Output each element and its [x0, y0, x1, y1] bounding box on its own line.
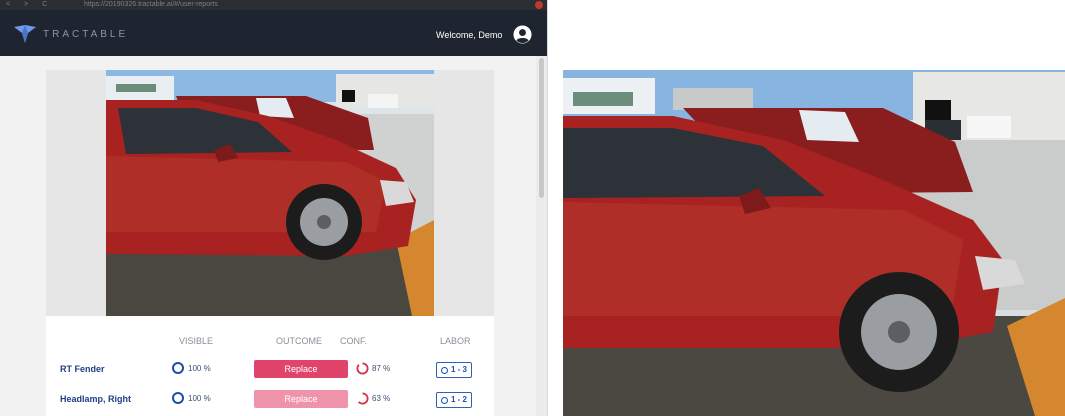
enlarged-car-photo[interactable]	[563, 70, 1065, 416]
header-visible: VISIBLE	[179, 336, 214, 346]
report-content: VISIBLE OUTCOME CONF. LABOR RT Fender 10…	[0, 56, 533, 416]
header-outcome: OUTCOME	[276, 336, 322, 346]
visible-value: 100 %	[172, 392, 211, 404]
outcome-replace-button[interactable]: Replace	[254, 360, 348, 378]
labor-hours-badge[interactable]: 1 - 3	[436, 362, 473, 378]
header-confidence: CONF.	[340, 336, 367, 346]
outcome-replace-button[interactable]: Replace	[254, 390, 348, 408]
damage-assessment-table: VISIBLE OUTCOME CONF. LABOR RT Fender 10…	[46, 316, 494, 416]
visible-value: 100 %	[172, 362, 211, 374]
tractable-logo-icon[interactable]	[13, 25, 37, 43]
brand-name: TRACTABLE	[43, 29, 129, 40]
part-name: RT Fender	[60, 364, 105, 374]
visible-ring-icon	[172, 362, 184, 374]
vertical-scrollbar[interactable]	[536, 56, 547, 416]
record-indicator-icon	[535, 1, 543, 9]
welcome-text: Welcome, Demo	[436, 30, 503, 40]
confidence-percent: 87 %	[372, 364, 391, 373]
labor-hours-badge[interactable]: 1 - 2	[436, 392, 473, 408]
clock-icon	[441, 396, 448, 404]
car-damage-photo[interactable]	[46, 70, 494, 316]
labor-hours: 1 - 2	[451, 395, 468, 404]
browser-window: < > C https://20190326.tractable.ai/#/us…	[0, 0, 548, 416]
confidence-arc-icon	[356, 392, 369, 405]
browser-nav-controls[interactable]: < > C	[6, 0, 53, 10]
part-name: Headlamp, Right	[60, 394, 132, 404]
header-labor: LABOR	[440, 336, 471, 346]
confidence-value: 63 %	[356, 392, 390, 405]
visible-ring-icon	[172, 392, 184, 404]
visible-percent: 100 %	[188, 393, 211, 403]
confidence-arc-icon	[356, 362, 369, 375]
app-header: TRACTABLE Welcome, Demo	[0, 10, 547, 56]
user-account-icon[interactable]	[513, 25, 532, 44]
scrollbar-thumb[interactable]	[539, 58, 544, 198]
browser-url[interactable]: https://20190326.tractable.ai/#/user-rep…	[84, 0, 218, 10]
browser-url-bar[interactable]: < > C https://20190326.tractable.ai/#/us…	[0, 0, 547, 10]
enlarged-car-image	[563, 70, 1065, 416]
clock-icon	[441, 366, 448, 374]
confidence-value: 87 %	[356, 362, 390, 375]
confidence-percent: 63 %	[372, 394, 391, 403]
labor-hours: 1 - 3	[451, 365, 468, 374]
damage-photo-card	[46, 70, 494, 316]
visible-percent: 100 %	[188, 363, 211, 373]
